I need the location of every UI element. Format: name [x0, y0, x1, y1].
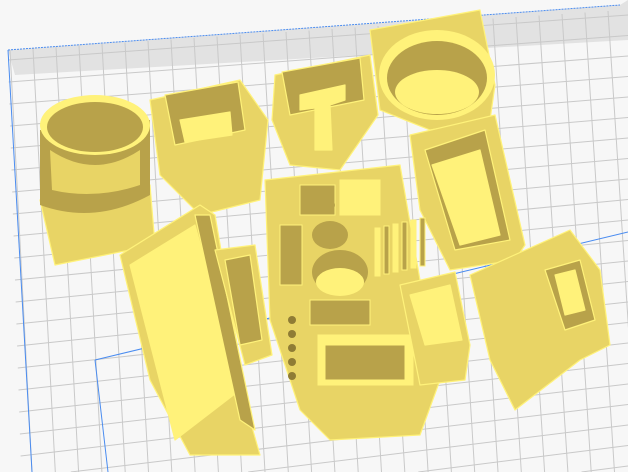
divider-slot — [419, 217, 426, 267]
divider-slot — [392, 223, 399, 273]
plate-border-inner — [94, 359, 109, 472]
pen-hole — [288, 344, 296, 352]
divider-slot — [374, 227, 381, 277]
cylinder-inner — [47, 102, 143, 152]
pen-hole — [288, 372, 296, 380]
cylinder-2-floor — [395, 70, 479, 114]
plate-border-left — [7, 49, 33, 472]
divider-slot — [410, 219, 417, 269]
compartment-front-cavity — [324, 344, 406, 381]
grid-line — [581, 465, 628, 472]
divider-slot — [401, 221, 408, 271]
compartment — [279, 224, 303, 286]
pen-hole — [288, 316, 296, 324]
divider-slot — [383, 225, 390, 275]
compartment — [309, 299, 371, 326]
compartment — [339, 179, 381, 216]
pen-hole — [288, 358, 296, 366]
round-compartment — [312, 221, 348, 249]
hole — [315, 198, 335, 212]
grid-line — [248, 424, 628, 472]
models[interactable] — [39, 9, 611, 456]
slicer-3d-viewport[interactable] — [0, 0, 628, 472]
round-compartment-floor — [316, 268, 364, 296]
pen-hole — [288, 330, 296, 338]
build-plate-scene[interactable] — [0, 0, 628, 472]
